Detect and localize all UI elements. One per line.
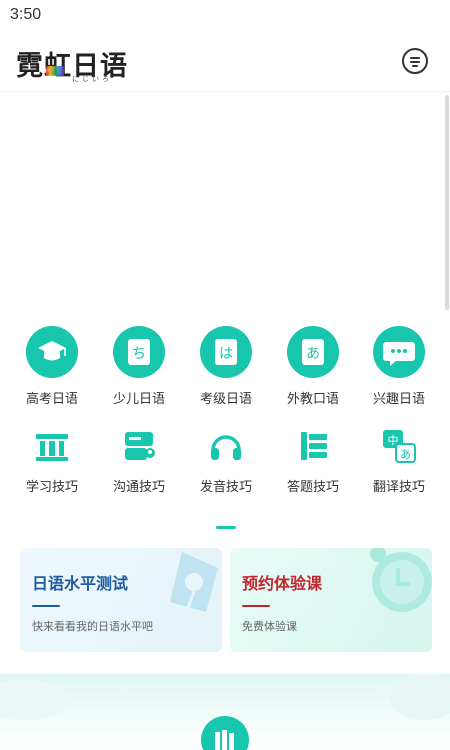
category-translation-tips[interactable]: 中 あ 翻译技巧 — [356, 426, 442, 495]
books-icon — [215, 730, 234, 750]
category-label: 沟通技巧 — [112, 480, 165, 495]
card-underline — [32, 605, 60, 607]
category-label: 翻译技巧 — [372, 480, 425, 495]
banner-area[interactable] — [0, 93, 450, 313]
page-indicator — [216, 526, 236, 529]
category-pronunciation-tips[interactable]: 发音技巧 — [183, 426, 269, 495]
book-a-icon: あ — [287, 326, 339, 378]
book-chi-icon: ち — [113, 326, 165, 378]
level-test-card[interactable]: 日语水平测试 快来看看我的日语水平吧 — [20, 548, 222, 652]
category-communication-tips[interactable]: 沟通技巧 — [96, 426, 182, 495]
category-label: 少儿日语 — [112, 392, 165, 407]
card-subtitle: 免费体验课 — [242, 620, 297, 633]
svg-text:あ: あ — [306, 346, 320, 362]
category-interest[interactable]: 兴趣日语 — [356, 326, 442, 407]
books-button[interactable] — [201, 716, 249, 750]
category-answering-tips[interactable]: 答题技巧 — [270, 426, 356, 495]
category-label: 考级日语 — [199, 392, 252, 407]
category-label: 答题技巧 — [286, 480, 339, 495]
svg-text:は: は — [219, 346, 233, 362]
headphones-icon — [206, 426, 246, 466]
pen-nib-icon — [170, 552, 218, 615]
category-exam[interactable]: は 考级日语 — [183, 326, 269, 407]
trial-class-card[interactable]: 预约体验课 免费体验课 — [230, 548, 432, 652]
status-bar: 3:50 — [0, 0, 450, 32]
building-icon — [32, 426, 72, 466]
category-label: 高考日语 — [25, 392, 78, 407]
svg-text:ち: ち — [132, 346, 146, 362]
answer-sheet-icon — [293, 426, 333, 466]
card-underline — [242, 605, 270, 607]
card-title: 预约体验课 — [242, 574, 323, 593]
logo-subtext: にじいろ — [72, 75, 112, 83]
book-ha-icon: は — [200, 326, 252, 378]
scrollbar[interactable] — [445, 95, 449, 310]
svg-text:あ: あ — [400, 448, 411, 461]
logo-rainbow-stripe — [46, 66, 64, 76]
translate-icon: 中 あ — [379, 426, 419, 466]
app-logo[interactable]: 霓虹日语 にじいろ — [16, 44, 136, 83]
category-label: 发音技巧 — [199, 480, 252, 495]
decorative-cloud — [390, 674, 450, 720]
status-time: 3:50 — [10, 6, 42, 23]
chat-bubble-icon — [373, 326, 425, 378]
decorative-cloud — [0, 680, 70, 720]
category-label: 学习技巧 — [25, 480, 78, 495]
graduation-cap-icon — [26, 326, 78, 378]
category-gaokao[interactable]: 高考日语 — [9, 326, 95, 407]
category-study-tips[interactable]: 学习技巧 — [9, 426, 95, 495]
category-children[interactable]: ち 少儿日语 — [96, 326, 182, 407]
alarm-clock-icon — [370, 548, 432, 612]
category-foreign-teacher[interactable]: あ 外教口语 — [270, 326, 356, 407]
card-title: 日语水平测试 — [32, 574, 129, 593]
contact-card-icon — [119, 426, 159, 466]
app-header: 霓虹日语 にじいろ — [0, 32, 450, 92]
category-label: 外教口语 — [286, 392, 339, 407]
category-label: 兴趣日语 — [372, 392, 425, 407]
card-subtitle: 快来看看我的日语水平吧 — [32, 620, 153, 633]
message-button[interactable] — [402, 48, 428, 74]
